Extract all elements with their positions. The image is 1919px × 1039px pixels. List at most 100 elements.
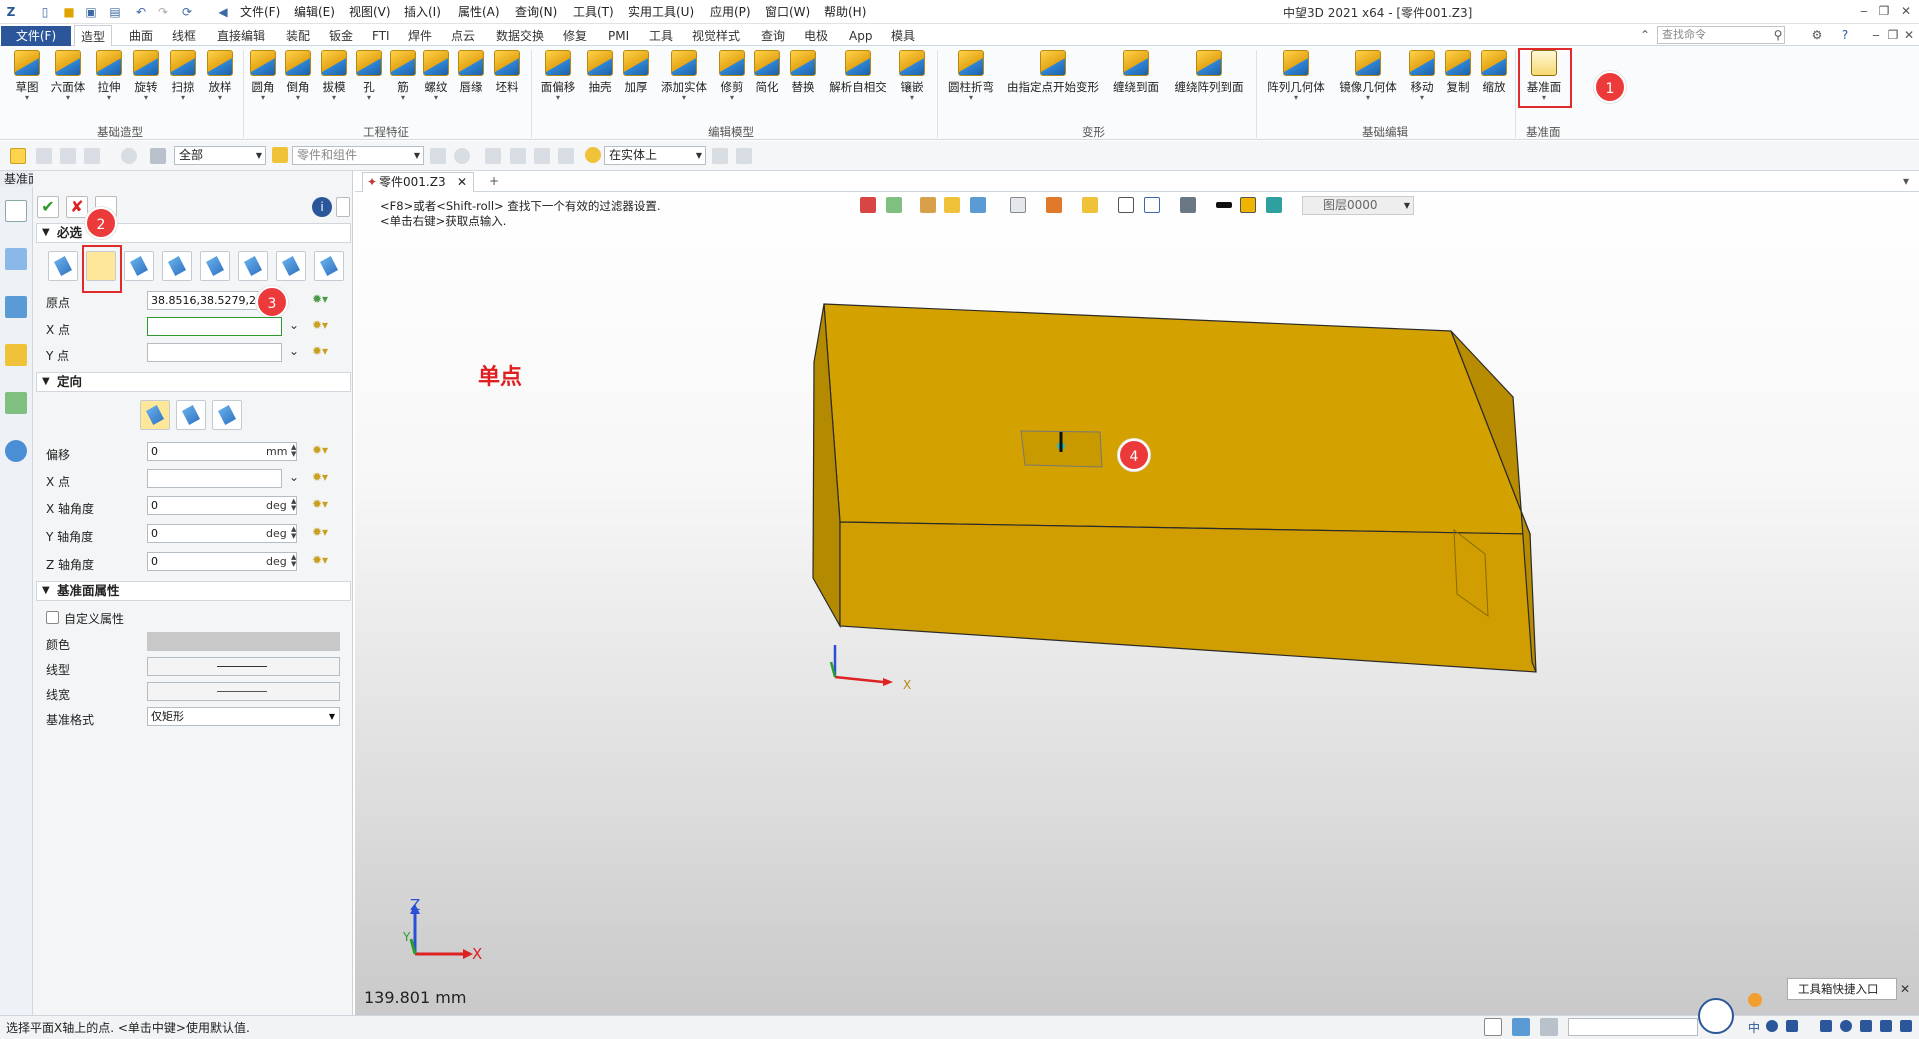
extrude-button[interactable]: 拉伸 ▾	[92, 50, 126, 102]
tab-weldment[interactable]: 焊件	[408, 28, 432, 44]
snap-select[interactable]: 在实体上 ▼	[604, 146, 706, 165]
file-menu-button[interactable]: 文件(F)	[1, 26, 71, 46]
hexahedron-button[interactable]: 六面体 ▾	[48, 50, 88, 102]
undo-icon[interactable]: ↶	[132, 3, 150, 21]
layout-icon[interactable]	[1540, 1018, 1558, 1036]
component-filter-icon[interactable]	[272, 147, 288, 163]
replace-button[interactable]: 替换	[787, 50, 819, 94]
cancel-x-icon[interactable]: ✘	[66, 196, 88, 218]
info-icon[interactable]: i	[312, 197, 332, 217]
tab-repair[interactable]: 修复	[563, 28, 587, 44]
plane-type-angle-icon[interactable]	[200, 251, 230, 281]
restore-icon[interactable]: ❐	[1875, 2, 1893, 20]
align-center-icon[interactable]	[510, 148, 526, 164]
back-arrow-icon[interactable]: ◀	[214, 3, 232, 21]
value-picker-icon[interactable]: ✹▾	[312, 497, 328, 511]
popup-close-icon[interactable]: ✕	[1896, 980, 1914, 998]
orient-flip-icon[interactable]	[212, 400, 242, 430]
user-icon[interactable]	[5, 440, 27, 462]
menu-file[interactable]: 文件(F)	[240, 4, 280, 20]
thread-button[interactable]: 螺纹 ▾	[420, 50, 452, 102]
pick-tool-icon[interactable]	[36, 148, 52, 164]
no-snap-icon[interactable]	[454, 148, 470, 164]
menu-utilities[interactable]: 实用工具(U)	[628, 4, 694, 20]
deform-from-point-button[interactable]: 由指定点开始变形	[1004, 50, 1102, 94]
tab-query[interactable]: 查询	[761, 28, 785, 44]
history-tree-icon[interactable]	[5, 248, 27, 270]
tab-pmi[interactable]: PMI	[608, 28, 629, 44]
tab-assembly[interactable]: 装配	[286, 28, 310, 44]
linewidth-select[interactable]	[147, 682, 340, 701]
filter-select[interactable]: 全部 ▼	[174, 146, 266, 165]
shell-button[interactable]: 抽壳	[584, 50, 616, 94]
resolve-self-intersect-button[interactable]: 解析自相交	[826, 50, 890, 94]
lasso-icon[interactable]	[121, 148, 137, 164]
part-icon[interactable]	[5, 344, 27, 366]
point-picker-icon[interactable]: ✹▾	[312, 470, 328, 484]
refresh-icon[interactable]: ⟳	[178, 3, 196, 21]
section-required[interactable]: ▼ 必选	[36, 223, 351, 243]
value-picker-icon[interactable]: ✹▾	[312, 443, 328, 457]
pin-icon[interactable]	[558, 148, 574, 164]
view-manager-icon[interactable]	[5, 392, 27, 414]
panel-expand-icon[interactable]	[336, 197, 350, 217]
tab-mold[interactable]: 模具	[891, 28, 915, 44]
fillet-button[interactable]: 圆角 ▾	[247, 50, 279, 102]
plane-type-edge-icon[interactable]	[238, 251, 268, 281]
spinner-icon[interactable]: ▲ ▼	[291, 554, 296, 568]
menu-query[interactable]: 查询(N)	[515, 4, 557, 20]
revolve-button[interactable]: 旋转 ▾	[129, 50, 163, 102]
orient-normal-icon[interactable]	[176, 400, 206, 430]
color-swatch[interactable]	[147, 632, 340, 651]
pattern-geometry-button[interactable]: 阵列几何体 ▾	[1264, 50, 1328, 102]
value-picker-icon[interactable]: ✹▾	[312, 553, 328, 567]
assembly-tree-icon[interactable]	[5, 296, 27, 318]
open-folder-icon[interactable]: ■	[60, 3, 78, 21]
chamfer-button[interactable]: 倒角 ▾	[282, 50, 314, 102]
menu-help[interactable]: 帮助(H)	[824, 4, 866, 20]
sweep-button[interactable]: 扫掠 ▾	[166, 50, 200, 102]
assistant-avatar[interactable]	[1698, 998, 1734, 1034]
datum-format-select[interactable]: 仅矩形 ▼	[147, 707, 340, 726]
plane-type-view-icon[interactable]	[276, 251, 306, 281]
tab-electrode[interactable]: 电极	[804, 28, 828, 44]
point-picker-icon[interactable]: ✹▾	[312, 318, 328, 332]
wrench-icon[interactable]	[1820, 1020, 1832, 1032]
line-tool-icon[interactable]	[60, 148, 76, 164]
tab-modeling[interactable]: 造型	[74, 25, 113, 47]
close-window-icon[interactable]: ✕	[1897, 2, 1915, 20]
doc-tab-part001[interactable]: ✦ 零件001.Z3 ✕	[362, 172, 474, 192]
menu-apps[interactable]: 应用(P)	[710, 4, 751, 20]
sketch-button[interactable]: 草图 ▾	[10, 50, 44, 102]
align-right-icon[interactable]	[534, 148, 550, 164]
orient-default-icon[interactable]	[140, 400, 170, 430]
save-icon[interactable]: ▣	[82, 3, 100, 21]
tab-direct-edit[interactable]: 直接编辑	[217, 28, 265, 44]
new-tab-icon[interactable]: +	[485, 172, 503, 190]
face-offset-button[interactable]: 面偏移 ▾	[536, 50, 580, 102]
tab-fti[interactable]: FTI	[372, 28, 390, 44]
menu-edit[interactable]: 编辑(E)	[294, 4, 335, 20]
spinner-icon[interactable]: ▲ ▼	[291, 498, 296, 512]
minimize-icon[interactable]: ‒	[1855, 2, 1873, 20]
add-solid-button[interactable]: 添加实体 ▾	[656, 50, 712, 102]
tab-sheetmetal[interactable]: 钣金	[329, 28, 353, 44]
section-orientation[interactable]: ▼ 定向	[36, 372, 351, 392]
tab-tools[interactable]: 工具	[649, 28, 673, 44]
plane-type-curve-icon[interactable]	[314, 251, 344, 281]
y-point-input[interactable]	[147, 343, 282, 362]
hole-button[interactable]: 孔 ▾	[354, 50, 384, 102]
tab-list-icon[interactable]: ▾	[1897, 172, 1915, 190]
grid-menu-icon[interactable]	[1900, 1020, 1912, 1032]
wrench-icon[interactable]	[736, 148, 752, 164]
align-icon[interactable]	[485, 148, 501, 164]
snap-toggle-icon[interactable]	[430, 148, 446, 164]
tab-pointcloud[interactable]: 点云	[451, 28, 475, 44]
inlay-button[interactable]: 镶嵌 ▾	[895, 50, 929, 102]
mirror-geometry-button[interactable]: 镜像几何体 ▾	[1336, 50, 1400, 102]
expand-chevrons-icon[interactable]: ⌄	[289, 344, 299, 358]
print-icon[interactable]: ▤	[106, 3, 124, 21]
moon-icon[interactable]	[1766, 1020, 1778, 1032]
section-properties[interactable]: ▼ 基准面属性	[36, 581, 351, 601]
menu-attribute[interactable]: 属性(A)	[458, 4, 500, 20]
